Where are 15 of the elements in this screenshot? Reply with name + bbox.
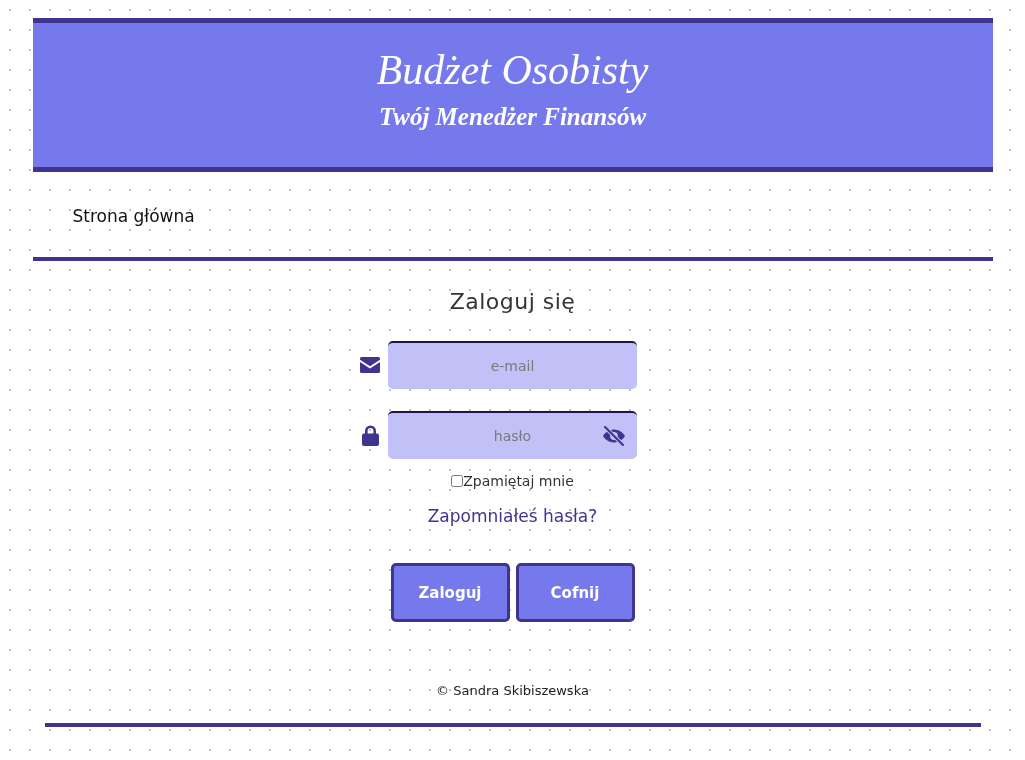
copyright-text: © Sandra Skibiszewska (436, 682, 589, 700)
forgot-password-link[interactable]: Zapomniałeś hasła? (427, 504, 598, 528)
remember-checkbox[interactable] (451, 475, 464, 487)
lock-icon (362, 424, 379, 446)
password-field[interactable]: hasło (388, 411, 637, 459)
envelope-icon (360, 357, 380, 373)
site-subtitle: Twój Menedżer Finansów (378, 102, 647, 132)
login-button[interactable]: Zaloguj (390, 563, 510, 622)
back-button[interactable]: Cofnij (515, 563, 635, 622)
login-heading: Zaloguj się (449, 288, 576, 316)
email-field[interactable]: e-mail (388, 341, 637, 389)
nav-link[interactable]: Strona główna (72, 204, 195, 228)
site-title: Budżet Osobisty (376, 47, 649, 93)
remember-label: Zpamiętaj mnie (463, 472, 574, 491)
eye-slash-icon[interactable] (602, 426, 626, 446)
